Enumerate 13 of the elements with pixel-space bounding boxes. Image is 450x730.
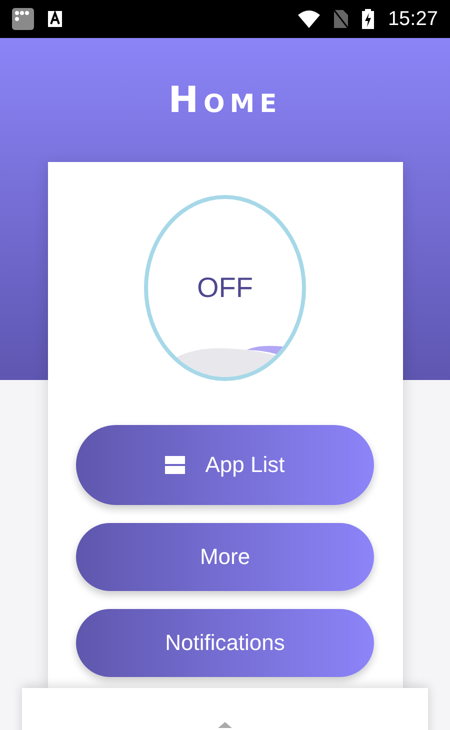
page-title: Home [168, 80, 282, 120]
menu-button[interactable]: More [76, 523, 374, 591]
power-toggle[interactable]: OFF [144, 195, 306, 381]
clock-time: 15:27 [388, 8, 438, 30]
chevron-up-icon[interactable] [218, 722, 232, 728]
keyboard-icon [48, 11, 62, 27]
battery-charging-icon [362, 9, 374, 29]
no-sim-icon [334, 10, 348, 28]
menu-button[interactable]: Notifications [76, 609, 374, 677]
menu-button[interactable]: App List [76, 425, 374, 505]
wifi-icon [298, 10, 320, 28]
list-icon [165, 456, 186, 474]
app-notification-icon [12, 8, 34, 30]
